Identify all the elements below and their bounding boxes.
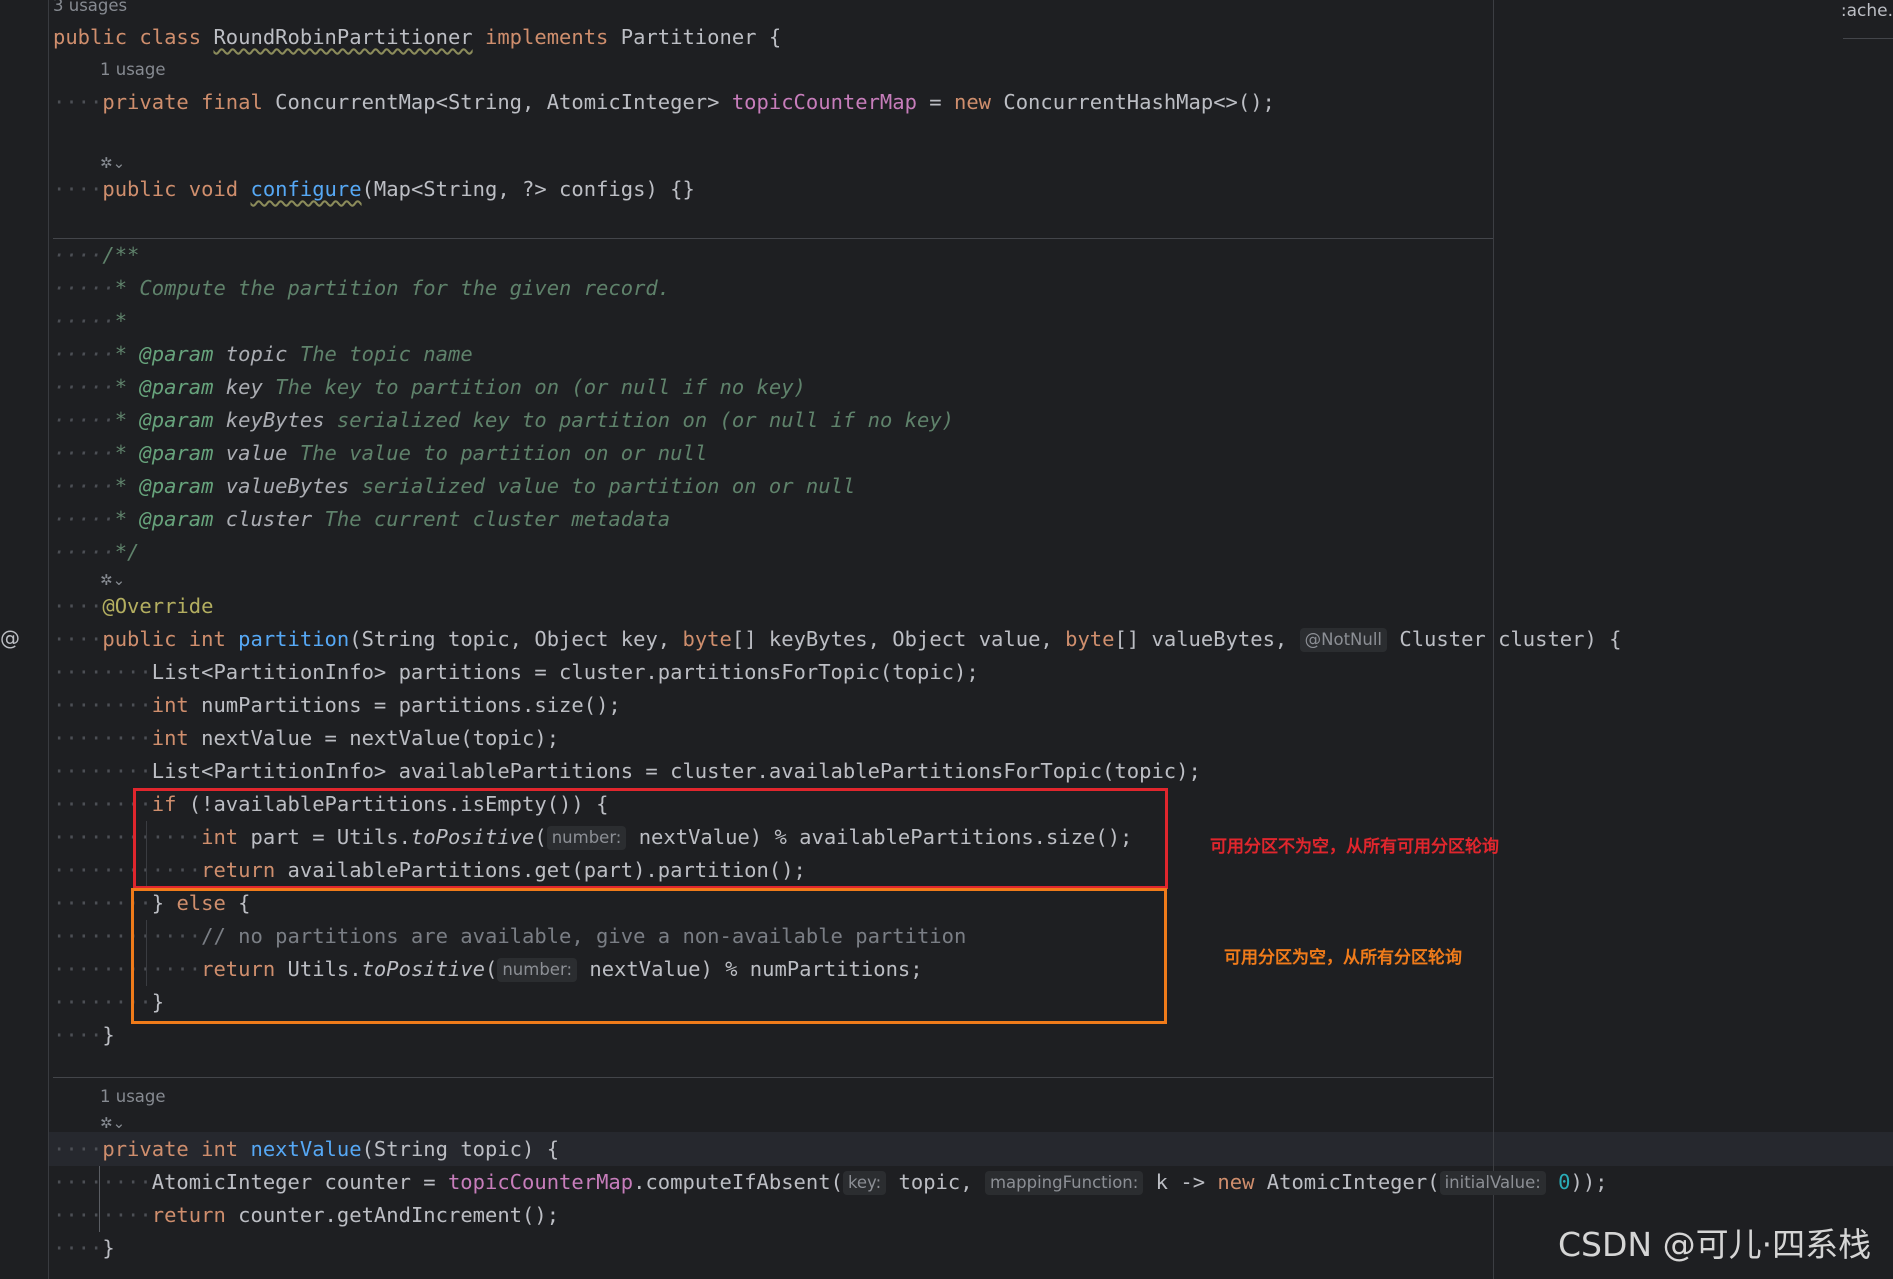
doc-comment-line: ·····* @param valueBytes serialized valu… [53,474,856,498]
tab-divider [1843,38,1893,39]
code-line[interactable]: ········AtomicInteger counter = topicCou… [53,1166,1608,1199]
doc-comment-line: ·····* @param key The key to partition o… [53,375,806,399]
orange-highlight-box [131,888,1167,1024]
indent-guide [99,1166,100,1232]
param-inlay: initialValue: [1439,1171,1546,1195]
usages-hint[interactable]: 1 usage [100,1083,166,1111]
code-line[interactable]: ········int nextValue = nextValue(topic)… [53,722,559,755]
doc-comment-line: ·····*/ [53,540,140,564]
param-inlay: mappingFunction: [984,1171,1144,1195]
code-line[interactable]: ········int numPartitions = partitions.s… [53,689,621,722]
code-line[interactable]: public class RoundRobinPartitioner imple… [53,21,781,54]
doc-comment-line: ·····* @param keyBytes serialized key to… [53,408,955,432]
doc-comment-line: ·····* @param cluster The current cluste… [53,507,671,531]
code-line[interactable]: ····public int partition(String topic, O… [53,623,1622,656]
code-line[interactable]: ····public void configure(Map<String, ?>… [53,173,695,206]
watermark: CSDN @可儿·四系栈 [1558,1225,1872,1264]
doc-comment-line: ·····* @param value The value to partiti… [53,441,708,465]
red-annotation-note: 可用分区不为空，从所有可用分区轮询 [1210,837,1499,857]
code-line[interactable]: ····} [53,1232,115,1265]
red-highlight-box [133,788,1168,889]
code-line[interactable]: ····private final ConcurrentMap<String, … [53,86,1275,119]
doc-comment-line: ····/** [53,243,140,267]
doc-comment-line: ·····* @param topic The topic name [53,342,473,366]
ai-assist-icon[interactable]: ✲⌄ [100,153,130,173]
method-separator [53,1077,1493,1078]
code-line[interactable]: ····} [53,1019,115,1052]
ai-assist-icon[interactable]: ✲⌄ [100,570,130,590]
orange-annotation-note: 可用分区为空，从所有分区轮询 [1224,948,1462,968]
usages-hint[interactable]: 1 usage [100,56,166,84]
code-line[interactable]: ····private int nextValue(String topic) … [53,1133,559,1166]
not-null-inlay: @NotNull [1299,628,1388,652]
param-inlay: key: [842,1171,887,1195]
editor-tab-fragment[interactable]: :ache. [1841,0,1893,22]
doc-comment-line: ·····* [53,309,128,333]
code-line[interactable]: ····@Override [53,590,213,623]
doc-comment-line: ·····* Compute the partition for the giv… [53,276,671,300]
implements-gutter-icon[interactable]: @ [0,626,20,650]
ai-assist-icon[interactable]: ✲⌄ [100,1113,130,1133]
method-separator [53,238,1493,239]
code-line[interactable]: ········List<PartitionInfo> partitions =… [53,656,979,689]
code-line[interactable]: ········List<PartitionInfo> availablePar… [53,755,1201,788]
code-line[interactable]: ········return counter.getAndIncrement()… [53,1199,559,1232]
usages-hint[interactable]: 3 usages [53,0,127,20]
